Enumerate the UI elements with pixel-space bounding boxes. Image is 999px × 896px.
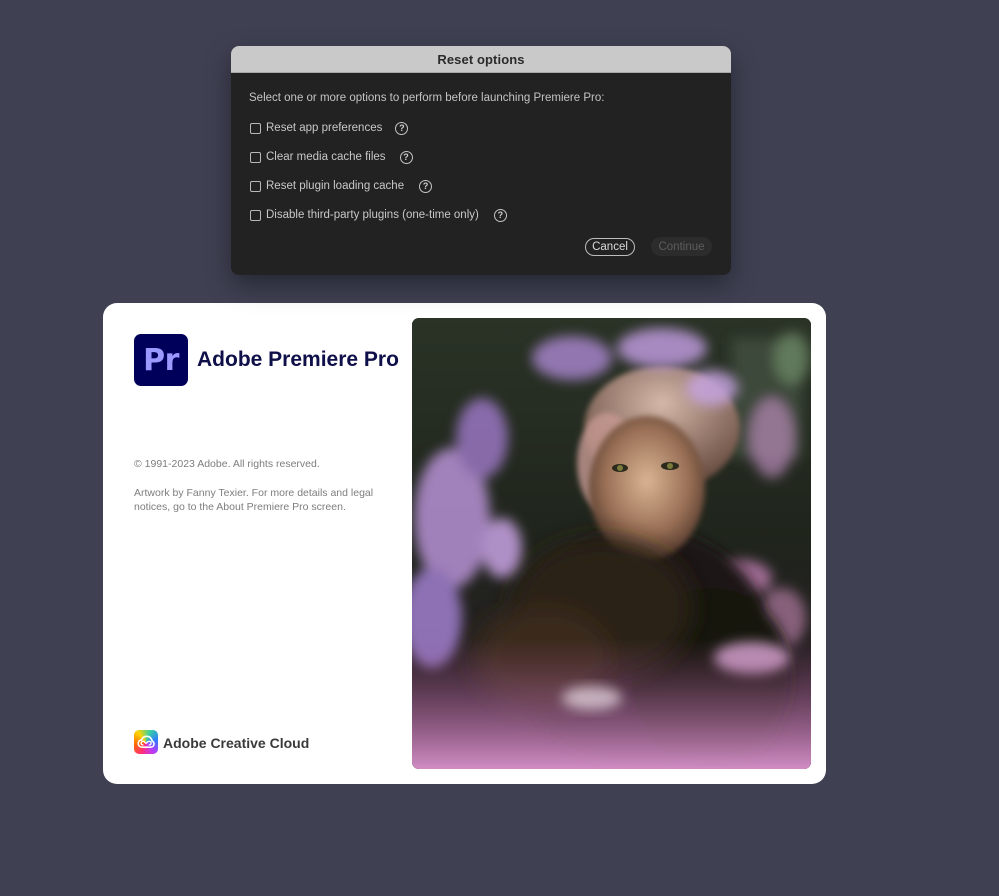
artwork-credit: Artwork by Fanny Texier. For more detail…: [134, 487, 374, 513]
question-circle-icon[interactable]: ?: [493, 208, 507, 222]
disable-third-party-plugins-checkbox[interactable]: [250, 209, 261, 221]
cancel-button[interactable]: Cancel: [585, 238, 635, 256]
option-clear-media-cache[interactable]: Clear media cache files ?: [250, 149, 413, 165]
splash-artwork-image: [412, 318, 811, 769]
reset-plugin-loading-cache-checkbox[interactable]: [250, 180, 261, 192]
option-disable-third-party-plugins[interactable]: Disable third-party plugins (one-time on…: [250, 207, 507, 223]
premiere-pro-logo-icon: Pr: [134, 334, 188, 386]
dialog-prompt: Select one or more options to perform be…: [249, 92, 605, 104]
question-circle-icon[interactable]: ?: [395, 121, 409, 135]
option-reset-plugin-loading-cache[interactable]: Reset plugin loading cache ?: [250, 178, 433, 194]
option-reset-app-preferences[interactable]: Reset app preferences ?: [250, 120, 409, 136]
copyright-notice: © 1991-2023 Adobe. All rights reserved.: [134, 458, 320, 470]
option-label[interactable]: Clear media cache files: [266, 151, 386, 163]
reset-app-preferences-checkbox[interactable]: [250, 122, 261, 134]
creative-cloud-name: Adobe Creative Cloud: [163, 735, 310, 751]
option-label[interactable]: Disable third-party plugins (one-time on…: [266, 209, 479, 221]
question-circle-icon[interactable]: ?: [419, 179, 433, 193]
creative-cloud-icon: [134, 730, 158, 754]
product-name: Adobe Premiere Pro: [197, 348, 399, 371]
dialog-titlebar[interactable]: Reset options: [231, 46, 731, 73]
reset-options-dialog: Reset options Select one or more options…: [231, 46, 731, 275]
clear-media-cache-checkbox[interactable]: [250, 151, 261, 163]
premiere-pro-logo-text: Pr: [143, 342, 179, 378]
continue-button: Continue: [651, 237, 712, 256]
option-label[interactable]: Reset plugin loading cache: [266, 180, 404, 192]
premiere-pro-splash-screen: Pr Adobe Premiere Pro © 1991-2023 Adobe.…: [103, 303, 826, 784]
question-circle-icon[interactable]: ?: [399, 150, 413, 164]
option-label[interactable]: Reset app preferences: [266, 122, 382, 134]
dialog-title: Reset options: [437, 51, 525, 67]
